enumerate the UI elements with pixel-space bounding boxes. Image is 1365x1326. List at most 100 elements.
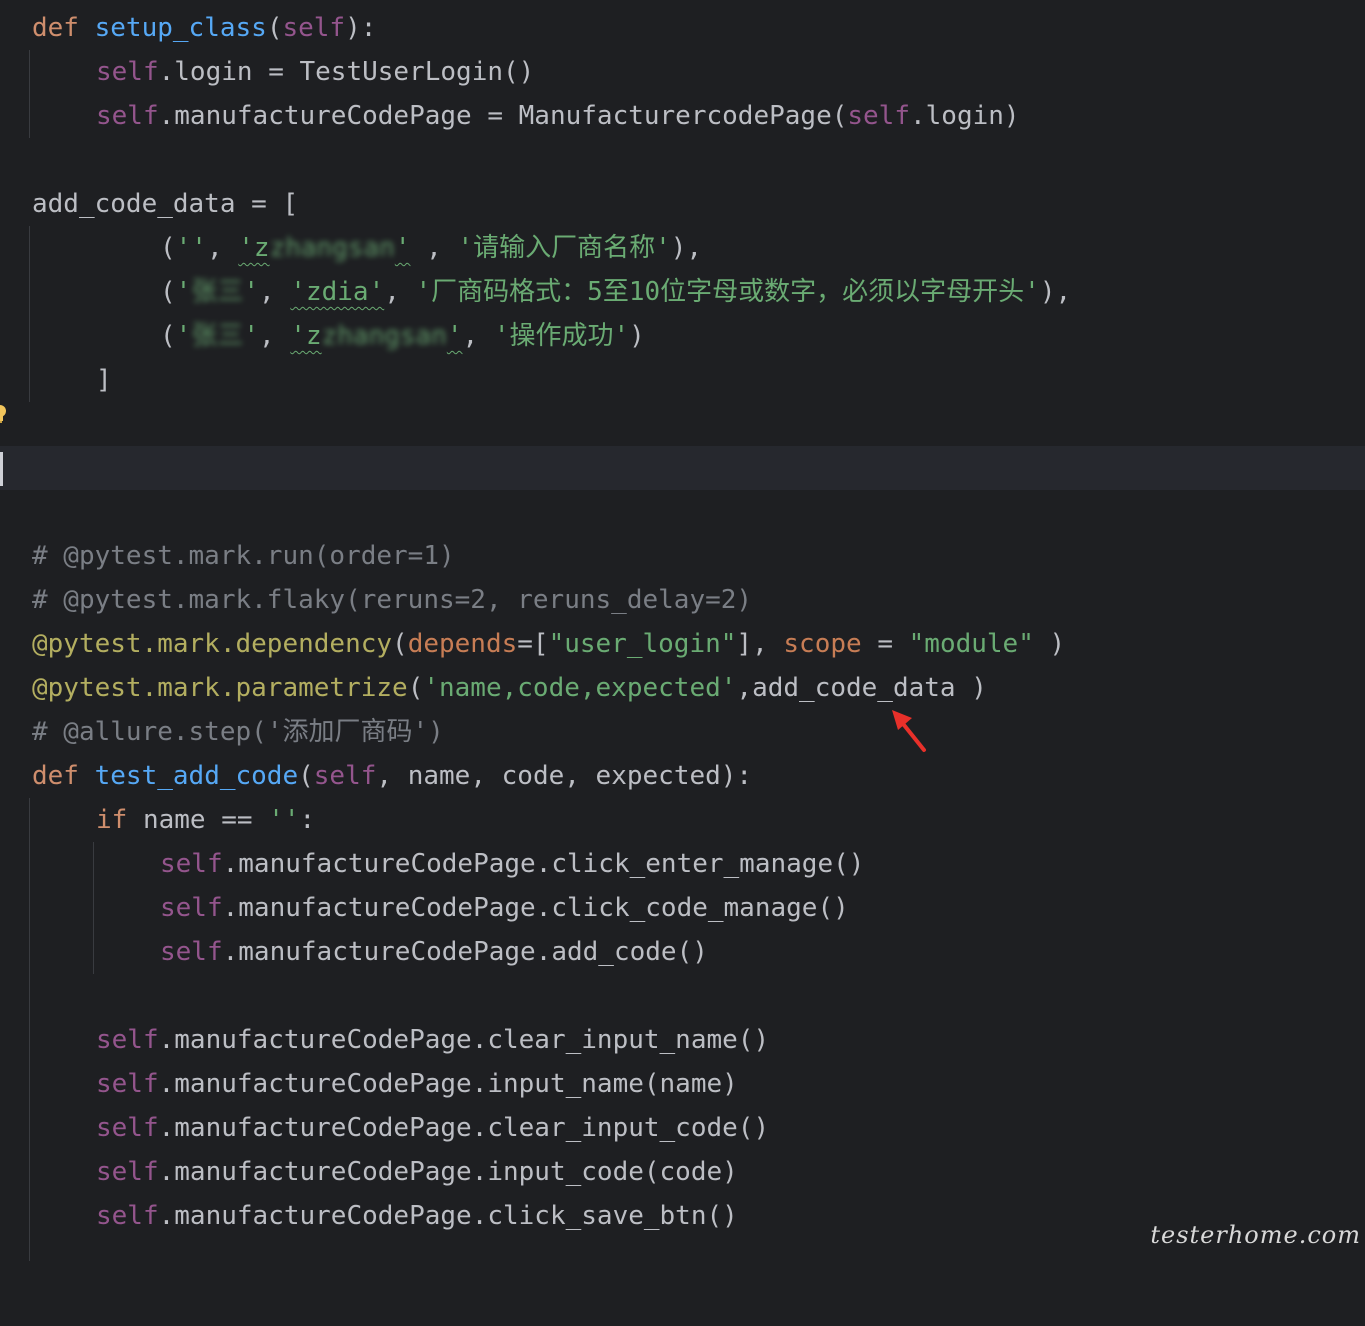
code-line[interactable]: self.manufactureCodePage.click_code_mana… bbox=[0, 886, 1365, 930]
keyword-argument: depends bbox=[407, 629, 518, 659]
decorator: @pytest.mark.parametrize bbox=[32, 673, 408, 703]
code-token: .manufactureCodePage.input_code(code) bbox=[158, 1157, 738, 1187]
code-token: : bbox=[299, 805, 316, 835]
string-literal: '请输入厂商名称' bbox=[457, 233, 671, 263]
code-token: , bbox=[206, 233, 239, 263]
code-token: , name, code, expected): bbox=[376, 761, 753, 791]
code-token: , bbox=[258, 321, 291, 351]
self-keyword: self bbox=[160, 893, 223, 923]
redacted-text: 张三 bbox=[191, 277, 244, 307]
current-line-highlight bbox=[0, 446, 1365, 490]
code-line[interactable]: self.manufactureCodePage = Manufacturerc… bbox=[0, 94, 1365, 138]
code-line[interactable]: ('', 'zzhangsan' , '请输入厂商名称'), bbox=[0, 226, 1365, 270]
decorator: @pytest.mark.dependency bbox=[32, 629, 393, 659]
code-line[interactable]: # @pytest.mark.flaky(reruns=2, reruns_de… bbox=[0, 578, 1365, 622]
string-literal: '张三' bbox=[176, 321, 259, 351]
code-line[interactable]: # @allure.step('添加厂商码') bbox=[0, 710, 1365, 754]
code-line[interactable]: self.manufactureCodePage.clear_input_nam… bbox=[0, 1018, 1365, 1062]
code-token: .manufactureCodePage.input_name(name) bbox=[158, 1069, 738, 1099]
code-token: add_code_data = [ bbox=[32, 189, 299, 219]
code-token: ( bbox=[407, 673, 424, 703]
code-line[interactable]: @pytest.mark.dependency(depends=["user_l… bbox=[0, 622, 1365, 666]
code-token: .manufactureCodePage.click_code_manage() bbox=[222, 893, 849, 923]
code-line[interactable]: @pytest.mark.parametrize('name,code,expe… bbox=[0, 666, 1365, 710]
string-literal: '' bbox=[175, 233, 207, 263]
code-token: = bbox=[861, 629, 909, 659]
redacted-text: zhangsan bbox=[321, 321, 447, 351]
code-line[interactable]: ('张三', 'zzhangsan', '操作成功') bbox=[0, 314, 1365, 358]
code-token: ( bbox=[160, 321, 176, 351]
code-token: , bbox=[462, 321, 494, 351]
code-token: ) bbox=[1033, 629, 1066, 659]
code-token: ( bbox=[266, 13, 283, 43]
code-token: .manufactureCodePage.click_save_btn() bbox=[158, 1201, 738, 1231]
self-keyword: self bbox=[847, 101, 910, 131]
string-literal: '' bbox=[268, 805, 300, 835]
code-token: ( bbox=[160, 277, 176, 307]
redacted-text: zhangsan bbox=[269, 233, 395, 263]
code-token: .manufactureCodePage.add_code() bbox=[222, 937, 708, 967]
code-token: =[ bbox=[517, 629, 549, 659]
self-keyword: self bbox=[96, 57, 159, 87]
self-keyword: self bbox=[313, 761, 377, 791]
code-token: ), bbox=[670, 233, 703, 263]
self-keyword: self bbox=[282, 13, 346, 43]
code-line[interactable]: self.manufactureCodePage.add_code() bbox=[0, 930, 1365, 974]
code-token: , bbox=[258, 277, 291, 307]
string-literal: '操作成功' bbox=[493, 321, 630, 351]
code-line[interactable]: self.manufactureCodePage.input_code(code… bbox=[0, 1150, 1365, 1194]
code-line[interactable]: self.manufactureCodePage.click_enter_man… bbox=[0, 842, 1365, 886]
self-keyword: self bbox=[160, 849, 223, 879]
code-line[interactable]: # @pytest.mark.run(order=1) bbox=[0, 534, 1365, 578]
keyword: def bbox=[32, 13, 79, 43]
comment: # @pytest.mark.flaky(reruns=2, reruns_de… bbox=[32, 585, 753, 615]
code-token: .manufactureCodePage.clear_input_name() bbox=[158, 1025, 770, 1055]
code-line[interactable]: self.login = TestUserLogin() bbox=[0, 50, 1365, 94]
code-token: , bbox=[410, 233, 458, 263]
self-keyword: self bbox=[96, 1113, 159, 1143]
string-literal: '厂商码格式：5至10位字母或数字，必须以字母开头' bbox=[415, 277, 1040, 307]
string-literal: 'zzhangsan' bbox=[290, 321, 462, 351]
function-name: test_add_code bbox=[94, 761, 299, 791]
code-line[interactable]: def test_add_code(self, name, code, expe… bbox=[0, 754, 1365, 798]
code-token: ), bbox=[1039, 277, 1072, 307]
code-editor[interactable]: def setup_class(self): self.login = Test… bbox=[0, 0, 1365, 1261]
code-token: ,add_code_data ) bbox=[736, 673, 987, 703]
code-token: ) bbox=[629, 321, 645, 351]
string-literal: 'name,code,expected' bbox=[423, 673, 737, 703]
code-token: name == bbox=[127, 805, 269, 835]
self-keyword: self bbox=[160, 937, 223, 967]
comment: # @pytest.mark.run(order=1) bbox=[32, 541, 455, 571]
self-keyword: self bbox=[96, 1157, 159, 1187]
redacted-text: 张三 bbox=[191, 321, 244, 351]
code-line[interactable]: if name == '': bbox=[0, 798, 1365, 842]
code-line[interactable]: self.manufactureCodePage.clear_input_cod… bbox=[0, 1106, 1365, 1150]
keyword-argument: scope bbox=[783, 629, 862, 659]
lightbulb-icon[interactable] bbox=[0, 403, 8, 425]
code-line[interactable]: ] bbox=[0, 358, 1365, 402]
self-keyword: self bbox=[96, 1069, 159, 1099]
comment: # @allure.step('添加厂商码') bbox=[32, 717, 444, 747]
code-line[interactable]: ('张三', 'zdia', '厂商码格式：5至10位字母或数字，必须以字母开头… bbox=[0, 270, 1365, 314]
string-literal: 'zzhangsan' bbox=[238, 233, 410, 263]
code-token: ( bbox=[160, 233, 176, 263]
code-token: .login) bbox=[910, 101, 1020, 131]
keyword: def bbox=[32, 761, 79, 791]
code-line[interactable]: self.manufactureCodePage.input_name(name… bbox=[0, 1062, 1365, 1106]
watermark: testerhome.com bbox=[1150, 1221, 1361, 1249]
code-token: ], bbox=[736, 629, 784, 659]
string-literal: '张三' bbox=[176, 277, 259, 307]
code-token: ] bbox=[96, 365, 112, 395]
self-keyword: self bbox=[96, 1201, 159, 1231]
code-token: .login = TestUserLogin() bbox=[158, 57, 535, 87]
code-token: , bbox=[384, 277, 416, 307]
code-line[interactable]: add_code_data = [ bbox=[0, 182, 1365, 226]
code-line[interactable]: def setup_class(self): bbox=[0, 6, 1365, 50]
string-literal: "module" bbox=[908, 629, 1034, 659]
self-keyword: self bbox=[96, 1025, 159, 1055]
string-literal: "user_login" bbox=[548, 629, 737, 659]
code-token: ( bbox=[298, 761, 314, 791]
code-token: ( bbox=[392, 629, 408, 659]
function-name: setup_class bbox=[94, 13, 267, 43]
string-literal: 'zdia' bbox=[290, 277, 385, 307]
